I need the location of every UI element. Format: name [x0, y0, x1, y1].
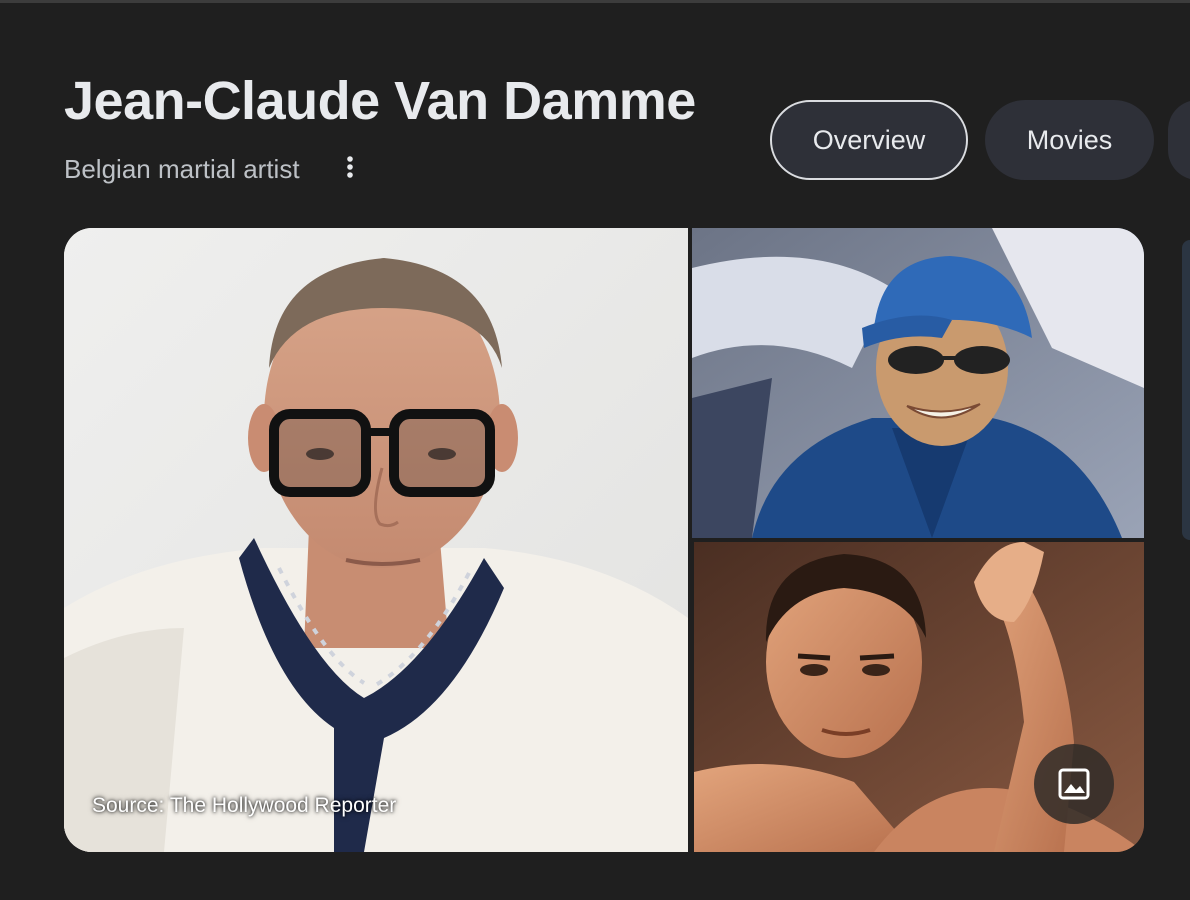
main-portrait-image[interactable]: [64, 228, 688, 852]
tab-movies-label: Movies: [1026, 124, 1113, 155]
image-source-caption: Source: The Hollywood Reporter: [92, 794, 397, 817]
top-divider: [0, 0, 1190, 3]
tab-movies[interactable]: Movies: [985, 100, 1154, 180]
tab-overview-label: Overview: [812, 124, 926, 155]
tab-overview[interactable]: Overview: [770, 100, 968, 180]
view-images-button[interactable]: [1034, 744, 1114, 824]
entity-description: Belgian martial artist: [64, 154, 300, 184]
tab-next-partial[interactable]: [1168, 100, 1190, 180]
next-image-edge[interactable]: [1182, 240, 1190, 540]
image-icon: [1056, 766, 1092, 802]
knowledge-panel: Jean-Claude Van Damme Belgian martial ar…: [0, 0, 1190, 900]
more-vert-icon[interactable]: [336, 152, 364, 182]
entity-title: Jean-Claude Van Damme: [64, 71, 696, 131]
smiling-cap-image[interactable]: [692, 228, 1144, 538]
